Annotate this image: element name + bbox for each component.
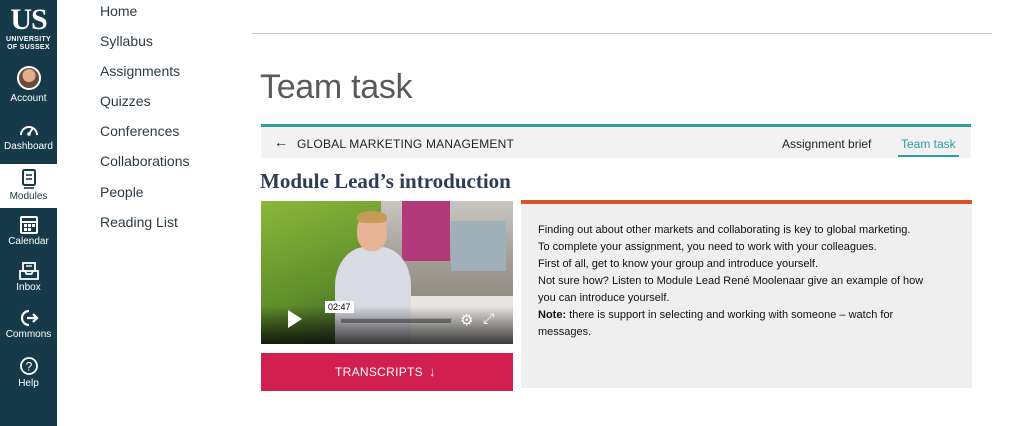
note-text: there is support in selecting and workin… — [566, 309, 894, 321]
intro-text-panel: Finding out about other markets and coll… — [521, 200, 972, 388]
dashboard-icon — [19, 126, 38, 136]
course-nav-conferences[interactable]: Conferences — [100, 123, 179, 139]
logo-line-1: UNIVERSITY — [5, 36, 51, 43]
inbox-icon — [18, 262, 39, 280]
header-divider — [252, 33, 992, 34]
calendar-icon — [19, 216, 38, 234]
panel-line: First of all, get to know your group and… — [538, 258, 819, 270]
global-nav-label: Calendar — [8, 236, 49, 247]
transcripts-label: TRANSCRIPTS — [335, 365, 423, 379]
global-nav-label: Commons — [5, 329, 52, 340]
panel-line: Not sure how? Listen to Module Lead René… — [538, 275, 924, 287]
play-icon[interactable] — [288, 310, 302, 328]
course-nav-people[interactable]: People — [100, 184, 144, 200]
svg-text:?: ? — [25, 360, 32, 374]
global-nav-dashboard[interactable]: Dashboard — [0, 121, 57, 161]
global-nav-account[interactable]: Account — [0, 66, 57, 110]
gear-icon[interactable]: ⚙ — [460, 311, 473, 329]
course-nav-collaborations[interactable]: Collaborations — [100, 153, 190, 169]
fullscreen-icon[interactable]: ⤢ — [483, 310, 494, 327]
panel-note: Note: there is support in selecting and … — [538, 307, 893, 324]
course-nav-reading-list[interactable]: Reading List — [100, 214, 178, 230]
panel-note-continued: messages. — [538, 326, 592, 338]
note-label: Note: — [538, 309, 567, 321]
help-icon: ? — [19, 357, 38, 375]
page-title: Team task — [260, 68, 413, 106]
global-nav-inbox[interactable]: Inbox — [0, 262, 57, 302]
global-nav-modules[interactable]: Modules — [0, 164, 57, 208]
arrow-left-icon[interactable]: ← — [274, 134, 288, 150]
panel-line: To complete your assignment, you need to… — [538, 241, 877, 253]
panel-line: Finding out about other markets and coll… — [538, 224, 911, 236]
course-nav-quizzes[interactable]: Quizzes — [100, 93, 151, 109]
module-header-bar: ← GLOBAL MARKETING MANAGEMENT Assignment… — [261, 124, 971, 158]
commons-icon — [20, 309, 39, 327]
university-logo[interactable]: US UNIVERSITY OF SUSSEX — [0, 4, 57, 52]
avatar — [16, 66, 41, 90]
course-nav-syllabus[interactable]: Syllabus — [100, 33, 153, 49]
global-nav-label: Modules — [9, 191, 48, 202]
video-player[interactable]: 02:47 ⚙ ⤢ — [261, 201, 513, 344]
global-nav-calendar[interactable]: Calendar — [0, 214, 57, 254]
course-nav-assignments[interactable]: Assignments — [100, 63, 180, 79]
tab-team-task[interactable]: Team task — [901, 137, 956, 151]
active-tab-indicator — [898, 155, 959, 157]
panel-line: you can introduce yourself. — [538, 292, 670, 304]
logo-mark: US — [10, 3, 47, 36]
global-nav-label: Account — [10, 93, 47, 104]
global-nav: US UNIVERSITY OF SUSSEX Account Dashboar… — [0, 0, 57, 426]
global-nav-label: Help — [18, 378, 39, 389]
arrow-down-icon: ↓ — [429, 364, 436, 379]
tab-assignment-brief[interactable]: Assignment brief — [782, 137, 871, 151]
course-nav-home[interactable]: Home — [100, 3, 137, 19]
global-nav-help[interactable]: ? Help — [0, 356, 57, 396]
transcripts-button[interactable]: TRANSCRIPTS ↓ — [261, 353, 513, 391]
logo-line-2: OF SUSSEX — [7, 44, 50, 51]
course-name-link[interactable]: GLOBAL MARKETING MANAGEMENT — [297, 137, 514, 151]
video-time-tooltip: 02:47 — [325, 301, 354, 313]
global-nav-label: Inbox — [16, 282, 41, 293]
global-nav-commons[interactable]: Commons — [0, 309, 57, 349]
global-nav-label: Dashboard — [4, 141, 53, 152]
modules-icon — [21, 169, 36, 189]
video-backdrop-window — [451, 221, 506, 271]
section-heading: Module Lead’s introduction — [260, 169, 511, 193]
video-progress-bar[interactable] — [340, 318, 452, 324]
